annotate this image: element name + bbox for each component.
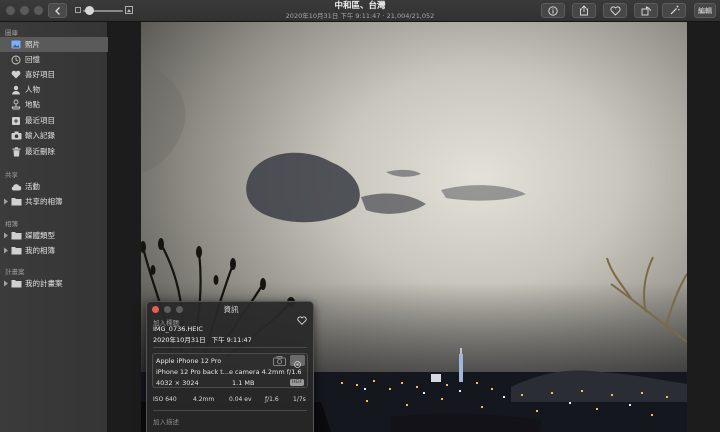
divider xyxy=(153,410,307,411)
sidebar-item-recents[interactable]: 最近項目 xyxy=(0,113,108,128)
info-panel-title: 資訊 xyxy=(223,305,239,314)
person-icon xyxy=(10,84,22,96)
photos-icon xyxy=(10,39,22,51)
exif-iso: ISO 640 xyxy=(153,396,177,403)
enhance-button[interactable] xyxy=(662,3,686,18)
folder-icon xyxy=(10,245,22,257)
cloud-icon xyxy=(10,181,22,193)
zoom-slider-knob[interactable] xyxy=(85,6,94,15)
sidebar-item-label: 活動 xyxy=(25,182,40,191)
sidebar-item-recently-deleted[interactable]: 最近刪除 xyxy=(0,144,108,159)
sidebar-item-label: 我的計畫案 xyxy=(25,279,63,288)
toolbar: 中和區、台灣 2020年10月31日 下午 9:11:47 · 21,004/2… xyxy=(0,0,720,22)
capture-datetime: 2020年10月31日 下午 9:11:47 xyxy=(153,334,258,344)
sidebar-item-memories[interactable]: 回憶 xyxy=(0,52,108,67)
capture-date: 2020年10月31日 xyxy=(153,336,206,344)
live-photo-icon xyxy=(290,355,305,368)
sidebar-item-my-albums[interactable]: 我的相簿 xyxy=(0,243,108,258)
sidebar-item-label: 最近刪除 xyxy=(25,147,55,156)
window-subtitle: 2020年10月31日 下午 9:11:47 · 21,004/21,052 xyxy=(285,12,435,20)
zoom-window-button[interactable] xyxy=(34,6,43,15)
edit-button[interactable]: 編輯 xyxy=(694,3,716,18)
image-resolution: 4032 × 3024 xyxy=(156,379,199,387)
sidebar-item-photos[interactable]: 照片 xyxy=(0,37,108,52)
rotate-icon xyxy=(641,6,651,16)
favorite-button[interactable] xyxy=(603,3,627,18)
sidebar-item-shared-albums[interactable]: 共享的相簿 xyxy=(0,194,108,209)
sidebar-item-people[interactable]: 人物 xyxy=(0,82,108,97)
camera-details: Apple iPhone 12 Pro iPhone 12 Pro back t… xyxy=(152,353,308,388)
sidebar-item-label: 地點 xyxy=(25,100,40,109)
exif-exposure-bias: 0.04 ev xyxy=(229,396,252,403)
sidebar-item-media-types[interactable]: 媒體類型 xyxy=(0,228,108,243)
sidebar-heading-projects: 計畫案 xyxy=(5,268,25,276)
sidebar-item-label: 輸入記錄 xyxy=(25,131,55,140)
share-icon xyxy=(580,5,588,16)
divider xyxy=(153,347,307,348)
disclosure-triangle-icon[interactable] xyxy=(3,280,9,287)
sidebar-item-label: 共享的相簿 xyxy=(25,197,63,206)
sidebar-item-label: 媒體類型 xyxy=(25,231,55,240)
back-button[interactable] xyxy=(48,3,67,18)
file-name: IMG_0736.HEIC xyxy=(153,325,203,333)
disclosure-triangle-icon[interactable] xyxy=(3,198,9,205)
sidebar: 圖庫 照片 回憶 喜好項目 人物 地點 最近項目 輸入記錄 最近刪除 共享 活動… xyxy=(0,22,108,432)
sidebar-item-label: 照片 xyxy=(25,40,40,49)
sidebar-item-favorites[interactable]: 喜好項目 xyxy=(0,67,108,82)
disclosure-triangle-icon[interactable] xyxy=(3,247,9,254)
zoom-in-icon[interactable] xyxy=(125,6,133,14)
camera-make: Apple iPhone 12 Pro xyxy=(156,357,222,365)
window-title: 中和區、台灣 xyxy=(334,1,386,11)
sidebar-item-places[interactable]: 地點 xyxy=(0,97,108,112)
sidebar-item-label: 回憶 xyxy=(25,55,40,64)
disclosure-triangle-icon[interactable] xyxy=(3,232,9,239)
sidebar-heading-shared: 共享 xyxy=(5,171,18,179)
rotate-button[interactable] xyxy=(634,3,658,18)
trash-icon xyxy=(10,146,22,158)
format-badge: HEIF xyxy=(290,379,305,386)
exif-focal-length: 4.2mm xyxy=(193,396,215,403)
heart-icon xyxy=(609,5,621,16)
sidebar-heading-library: 圖庫 xyxy=(5,29,18,37)
magic-wand-icon xyxy=(670,5,679,15)
shared-album-icon xyxy=(10,196,22,208)
capture-time: 下午 9:11:47 xyxy=(211,336,252,344)
sidebar-item-imports[interactable]: 輸入記錄 xyxy=(0,128,108,143)
sidebar-item-label: 人物 xyxy=(25,85,40,94)
close-window-button[interactable] xyxy=(6,6,15,15)
sidebar-item-my-projects[interactable]: 我的計畫案 xyxy=(0,276,108,291)
window-title-block: 中和區、台灣 2020年10月31日 下午 9:11:47 · 21,004/2… xyxy=(240,1,480,21)
file-size: 1.1 MB xyxy=(232,379,255,387)
sidebar-item-label: 喜好項目 xyxy=(25,70,55,79)
camera-icon xyxy=(273,356,286,366)
heart-icon[interactable] xyxy=(297,316,307,325)
folder-icon xyxy=(10,230,22,242)
exif-shutter: 1/7s xyxy=(293,396,306,403)
sidebar-item-activity[interactable]: 活動 xyxy=(0,179,108,194)
folder-icon xyxy=(10,278,22,290)
share-button[interactable] xyxy=(572,3,596,18)
info-button[interactable] xyxy=(541,3,565,18)
exif-row: ISO 640 4.2mm 0.04 ev ƒ/1.6 1/7s xyxy=(153,396,309,406)
recent-icon xyxy=(10,115,22,127)
minimize-window-button[interactable] xyxy=(20,6,29,15)
memories-icon xyxy=(10,54,22,66)
pin-icon xyxy=(10,99,22,111)
add-description-field[interactable]: 加入描述 xyxy=(153,416,179,426)
camera-icon xyxy=(10,130,22,142)
camera-lens: iPhone 12 Pro back t...e camera 4.2mm f/… xyxy=(156,368,302,376)
info-panel: 資訊 加入標題 IMG_0736.HEIC 2020年10月31日 下午 9:11… xyxy=(146,301,314,432)
sidebar-heading-albums: 相簿 xyxy=(5,220,18,228)
info-icon xyxy=(548,5,558,16)
heart-icon xyxy=(10,69,22,81)
sidebar-item-label: 我的相簿 xyxy=(25,246,55,255)
chevron-left-icon xyxy=(55,7,60,15)
sidebar-item-label: 最近項目 xyxy=(25,116,55,125)
exif-aperture: ƒ/1.6 xyxy=(265,396,279,403)
zoom-out-icon[interactable] xyxy=(75,7,81,13)
